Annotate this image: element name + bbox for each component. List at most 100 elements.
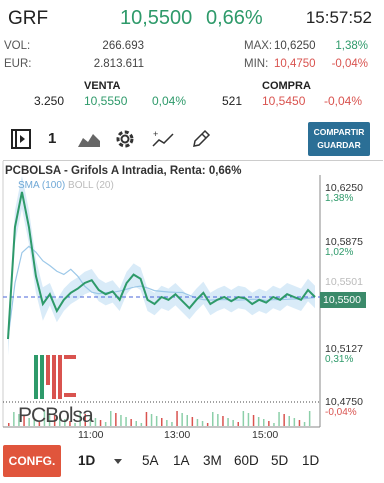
volume-bar bbox=[293, 418, 296, 426]
min-label: MIN: bbox=[244, 58, 269, 70]
volume-bar bbox=[273, 423, 275, 426]
price-change: 0,66% bbox=[206, 7, 263, 29]
volume-bar bbox=[257, 417, 260, 426]
volume-bar bbox=[303, 422, 306, 426]
x-label-2: 13:00 bbox=[164, 429, 191, 441]
volume-label: VOL: bbox=[4, 40, 31, 52]
period-1a[interactable]: 1A bbox=[173, 453, 190, 468]
volume-bar bbox=[201, 421, 204, 426]
ticker-symbol: GRF bbox=[8, 8, 49, 29]
buy-pct: -0,04% bbox=[324, 94, 363, 108]
gear-icon[interactable] bbox=[112, 126, 138, 152]
volume-bar bbox=[242, 411, 245, 426]
euros-label: EUR: bbox=[4, 58, 32, 70]
chevron-down-icon[interactable] bbox=[114, 459, 122, 464]
buy-header: COMPRA bbox=[262, 80, 311, 92]
max-value: 10,6250 bbox=[274, 40, 316, 52]
volume-bar bbox=[104, 422, 107, 426]
sell-header: VENTA bbox=[84, 80, 121, 92]
play-frame-icon[interactable] bbox=[8, 126, 34, 152]
volume-bar bbox=[298, 420, 301, 426]
volume-bar bbox=[140, 423, 143, 426]
period-3m[interactable]: 3M bbox=[203, 453, 222, 468]
volume-bar bbox=[278, 412, 280, 426]
quote-time: 15:57:52 bbox=[305, 8, 372, 27]
volume-bar bbox=[206, 423, 209, 426]
volume-bar bbox=[263, 419, 265, 426]
volume-bar bbox=[171, 422, 173, 426]
volume-bar bbox=[217, 414, 219, 426]
volume-bar bbox=[155, 416, 158, 426]
pencil-icon[interactable] bbox=[188, 126, 214, 152]
watermark-text: PCBolsa bbox=[18, 404, 94, 427]
volume-bar bbox=[8, 423, 10, 426]
chart-legend: SMA (100) BOLL (20) bbox=[18, 180, 114, 191]
volume-bar bbox=[135, 421, 137, 426]
volume-bar bbox=[232, 420, 234, 426]
volume-bar bbox=[252, 415, 255, 426]
volume-value: 266.693 bbox=[102, 40, 144, 52]
euros-stat: EUR: 2.813.611 bbox=[4, 58, 144, 72]
period-5a[interactable]: 5A bbox=[142, 453, 159, 468]
y-pct-5: -0,04% bbox=[325, 407, 357, 418]
svg-text:+: + bbox=[153, 129, 158, 139]
period-selector[interactable]: 1D bbox=[78, 453, 95, 468]
sell-price: 10,5550 bbox=[84, 94, 128, 108]
volume-bar bbox=[115, 413, 117, 426]
quote-header: GRF 10,5500 0,66% 15:57:52 bbox=[0, 0, 384, 34]
volume-bar bbox=[120, 415, 122, 426]
volume-bar bbox=[99, 420, 102, 426]
y-pct-2: 1,02% bbox=[325, 247, 354, 258]
sell-book: VENTA 3.250 10,5550 0,04% bbox=[10, 80, 190, 111]
sell-pct: 0,04% bbox=[152, 94, 187, 108]
volume-bar bbox=[145, 412, 148, 426]
volume-bar bbox=[283, 414, 285, 426]
last-price: 10,5500 bbox=[120, 7, 193, 29]
volume-bar bbox=[247, 413, 250, 426]
volume-bar bbox=[227, 418, 229, 426]
max-pct: 1,38% bbox=[335, 40, 368, 52]
y-pct-4: 0,31% bbox=[325, 354, 354, 365]
config-button[interactable]: CONFG. bbox=[3, 445, 61, 477]
y-pct-1: 1,38% bbox=[325, 193, 354, 204]
volume-bar bbox=[150, 414, 153, 426]
x-label-3: 15:00 bbox=[252, 429, 279, 441]
period-1d[interactable]: 1D bbox=[302, 453, 319, 468]
volume-bar bbox=[191, 417, 194, 426]
bollinger-band bbox=[8, 175, 315, 356]
volume-bar bbox=[288, 416, 290, 426]
min-pct: -0,04% bbox=[331, 58, 368, 70]
volume-bar bbox=[212, 412, 214, 426]
volume-bar bbox=[186, 415, 188, 426]
min-stat: MIN: 10,4750 -0,04% bbox=[244, 58, 368, 72]
chart-title: PCBOLSA - Grifols A Intradia, Renta: 0,6… bbox=[5, 165, 242, 177]
volume-bar bbox=[181, 413, 183, 426]
buy-quantity: 521 bbox=[222, 94, 243, 108]
volume-bar bbox=[176, 411, 178, 426]
volume-bar bbox=[308, 411, 311, 426]
volume-bar bbox=[237, 422, 239, 426]
volume-bar bbox=[110, 411, 112, 426]
volume-bar bbox=[125, 417, 127, 426]
price-series-line bbox=[7, 191, 316, 340]
volume-bar bbox=[166, 420, 168, 426]
current-price-tag: 10,5500 bbox=[320, 292, 366, 308]
min-value: 10,4750 bbox=[274, 58, 316, 70]
chart-count[interactable]: 1 bbox=[48, 130, 56, 147]
x-label-1: 11:00 bbox=[78, 429, 104, 441]
buy-price: 10,5450 bbox=[262, 94, 306, 108]
buy-book: COMPRA 521 10,5450 -0,04% bbox=[198, 80, 374, 111]
period-60d[interactable]: 60D bbox=[234, 453, 259, 468]
max-label: MAX: bbox=[244, 40, 273, 52]
indicator-icon[interactable]: + bbox=[150, 126, 176, 152]
volume-stat: VOL: 266.693 bbox=[4, 40, 144, 54]
volume-bar bbox=[196, 419, 199, 426]
period-5d[interactable]: 5D bbox=[271, 453, 288, 468]
share-save-button[interactable]: COMPARTIR GUARDAR bbox=[308, 122, 370, 156]
volume-bar bbox=[130, 419, 132, 426]
footer-bar: CONFG. 1D 5A 1A 3M 60D 5D 1D bbox=[0, 442, 384, 483]
sell-quantity: 3.250 bbox=[34, 94, 65, 108]
max-stat: MAX: 10,6250 1,38% bbox=[244, 40, 368, 54]
area-chart-icon[interactable] bbox=[76, 126, 102, 152]
save-label: GUARDAR bbox=[317, 140, 361, 150]
